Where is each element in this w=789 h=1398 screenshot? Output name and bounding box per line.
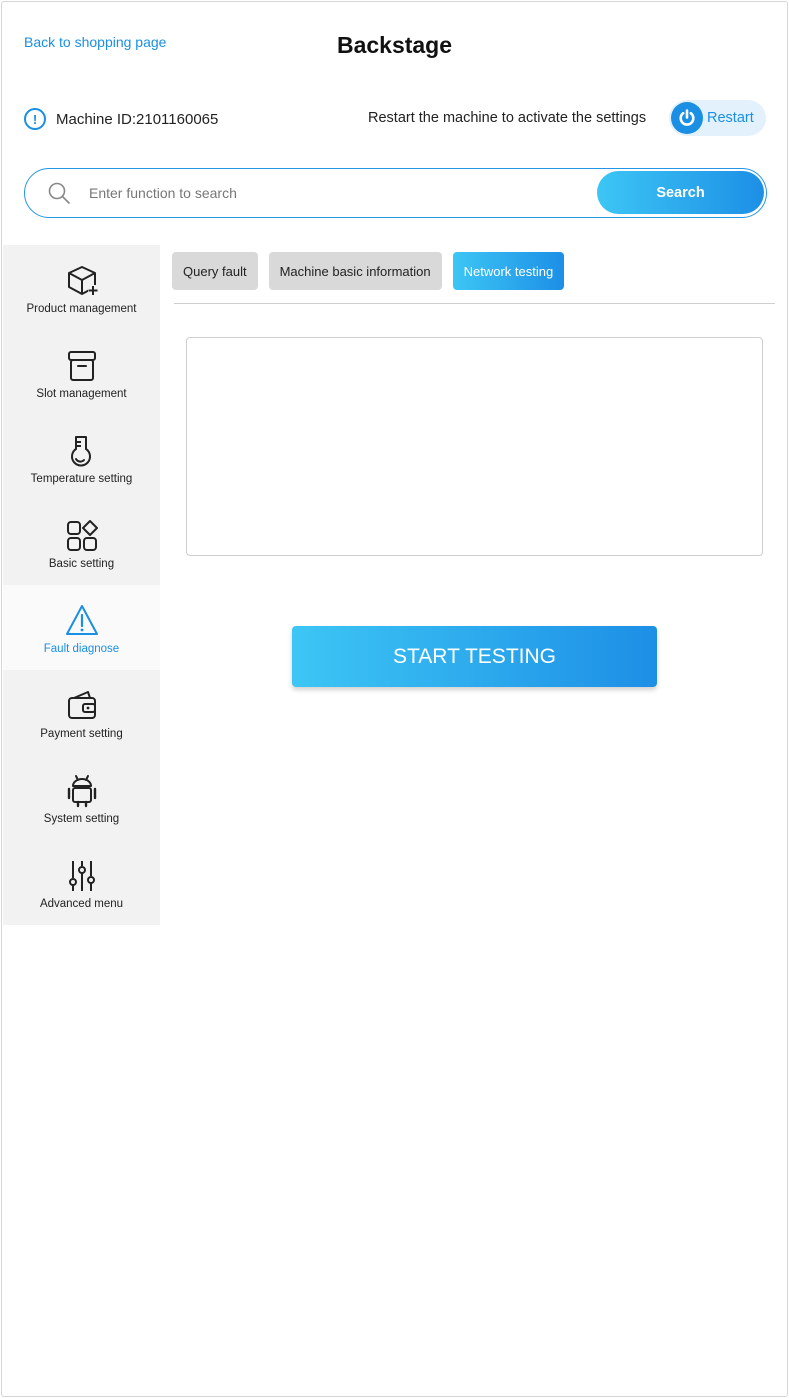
tab-network-testing[interactable]: Network testing	[452, 252, 565, 290]
page-title-wrap: Backstage	[2, 32, 787, 59]
sidebar-item-label: Advanced menu	[39, 898, 124, 910]
archive-box-icon	[67, 351, 96, 381]
sidebar-item-label: Temperature setting	[30, 473, 133, 485]
test-result-box	[186, 337, 763, 556]
tab-bar: Query fault Machine basic information Ne…	[172, 252, 575, 290]
sidebar-item-fault-diagnose[interactable]: Fault diagnose	[3, 585, 160, 670]
sidebar: Product management Slot management Tempe…	[3, 245, 160, 925]
app-frame: Back to shopping page Backstage ! Machin…	[1, 1, 788, 1397]
sidebar-item-label: Slot management	[36, 388, 127, 400]
tab-query-fault[interactable]: Query fault	[172, 252, 258, 290]
restart-button[interactable]: Restart	[669, 100, 766, 136]
sidebar-item-system-setting[interactable]: System setting	[3, 755, 160, 840]
search-icon	[47, 181, 71, 210]
sidebar-item-slot-management[interactable]: Slot management	[3, 330, 160, 415]
tab-divider	[174, 303, 775, 304]
apps-grid-icon	[66, 520, 98, 551]
page-title: Backstage	[336, 32, 453, 58]
sidebar-item-label: Fault diagnose	[43, 643, 120, 655]
sidebar-item-payment-setting[interactable]: Payment setting	[3, 670, 160, 755]
machine-info: ! Machine ID:2101160065	[24, 105, 218, 133]
restart-hint: Restart the machine to activate the sett…	[368, 110, 647, 126]
android-icon	[67, 775, 96, 808]
sliders-icon	[68, 861, 95, 891]
sidebar-item-advanced-menu[interactable]: Advanced menu	[3, 840, 160, 925]
start-testing-button[interactable]: START TESTING	[292, 626, 657, 687]
box-plus-icon	[67, 266, 98, 295]
sidebar-item-label: Basic setting	[48, 558, 115, 570]
search-button[interactable]: Search	[597, 171, 764, 214]
warning-triangle-icon	[65, 605, 98, 635]
thermometer-flask-icon	[70, 436, 91, 467]
sidebar-item-basic-setting[interactable]: Basic setting	[3, 500, 160, 585]
restart-label: Restart	[707, 110, 754, 126]
power-icon	[671, 102, 703, 134]
sidebar-item-product-management[interactable]: Product management	[3, 245, 160, 330]
sidebar-item-label: Product management	[26, 303, 137, 315]
sidebar-item-label: System setting	[43, 813, 120, 825]
machine-id: Machine ID:2101160065	[56, 110, 219, 128]
info-icon: !	[24, 108, 46, 130]
wallet-icon	[67, 691, 96, 719]
search-input[interactable]	[89, 181, 589, 205]
tab-machine-basic-information[interactable]: Machine basic information	[268, 252, 442, 290]
sidebar-item-temperature-setting[interactable]: Temperature setting	[3, 415, 160, 500]
search-bar: Search	[24, 168, 767, 218]
sidebar-item-label: Payment setting	[40, 728, 123, 740]
